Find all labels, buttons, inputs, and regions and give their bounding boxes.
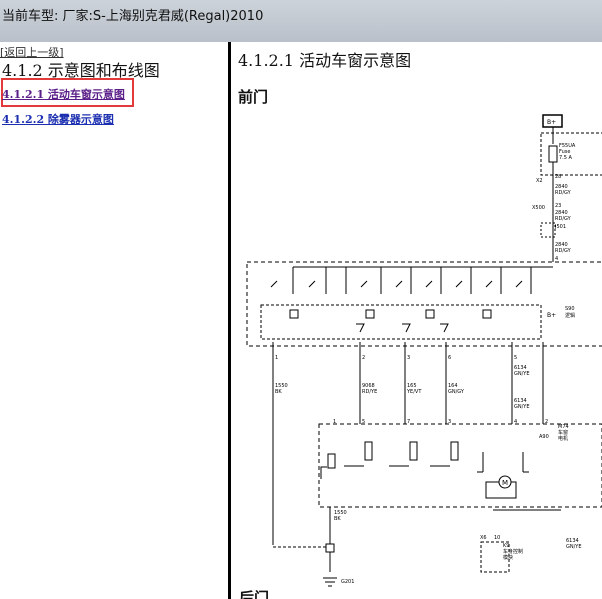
wire-rdgy-a: RD/GY (555, 190, 572, 196)
rear-door-heading: 后门 (239, 589, 270, 599)
toc-link-power-window[interactable]: 4.1.2.1 活动车窗示意图 (2, 86, 125, 102)
module-pin-2: 2 (545, 419, 548, 425)
pin-4: 4 (555, 256, 558, 262)
motor-letter: M (502, 479, 508, 487)
fuse-symbol (548, 145, 558, 163)
bplus-top-label: B+ (547, 119, 556, 126)
motor-veh: 车窗 (558, 429, 568, 436)
pin-6: 6 (448, 355, 451, 361)
wiring-diagram: B+ F55UA Fuse 7.5 A X2 28 2840 RD/GY X50… (246, 114, 602, 587)
bcm-name-b: 模块 (503, 554, 513, 561)
header-bar: 当前车型: 厂家:S-上海别克君威(Regal)2010 (0, 0, 602, 43)
pin-1: 1 (275, 355, 278, 361)
content-panel: 4.1.2.1 活动车窗示意图 前门 B+ F55UA Fuse 7.5 A X… (231, 42, 602, 599)
module-pin-4: 4 (514, 419, 517, 425)
x500-pin: 23 (555, 203, 561, 209)
switch-contacts (270, 267, 532, 294)
switch-bplus-label: B+ (547, 312, 556, 319)
x500-label: X500 (532, 205, 545, 211)
ground-wire (273, 507, 331, 572)
x2-pin: 28 (555, 174, 561, 180)
module-pin-5: 5 (362, 419, 365, 425)
module-pin-7: 7 (407, 419, 410, 425)
motor-ctl: 电机 (558, 435, 568, 442)
wire-rdye: RD/YE (362, 389, 377, 395)
motor-a90: A90 (539, 434, 549, 440)
wire-bk: BK (275, 389, 282, 395)
wire-gngy: GN/GY (448, 389, 465, 395)
switch-logic-label: 逻辑 (565, 312, 575, 319)
bcm-name-a: 车身控制 (503, 548, 523, 555)
wire-yevt: YE/VT (406, 389, 422, 395)
wire-gnye-c: GN/YE (566, 544, 582, 550)
wire-gnye-a: GN/YE (514, 371, 530, 377)
toc-link-defogger[interactable]: 4.1.2.2 除雾器示意图 (2, 111, 114, 127)
wire-bk-b: BK (334, 516, 341, 522)
current-car-model: 当前车型: 厂家:S-上海别克君威(Regal)2010 (2, 9, 264, 24)
motor-driver-symbols (320, 441, 529, 499)
wire-gnye-b: GN/YE (514, 404, 530, 410)
pin-5: 5 (514, 355, 517, 361)
wire-rdgy-b: RD/GY (555, 216, 572, 222)
x6-pin: 10 (494, 535, 500, 541)
fuse-amp: 7.5 A (559, 155, 573, 161)
window-switch-assembly (246, 261, 602, 347)
switch-icons (260, 304, 542, 340)
j501-label: J501 (554, 224, 566, 230)
pin-3: 3 (407, 355, 410, 361)
switch-module-id: S90 (565, 306, 575, 312)
toc-panel: [返回上一级] 4.1.2 示意图和布线图 4.1.2.1 活动车窗示意图 4.… (0, 42, 228, 599)
fuse-block-outline (540, 132, 602, 176)
ground-id: G201 (341, 579, 354, 585)
module-pin-3: 3 (448, 419, 451, 425)
x6-label: X6 (480, 535, 487, 541)
harness-wires (272, 342, 544, 545)
splice-connector (325, 543, 335, 553)
pin-2: 2 (362, 355, 365, 361)
module-pin-1: 1 (333, 419, 336, 425)
ground-symbol (323, 577, 337, 587)
wire-rdgy-c: RD/GY (555, 248, 572, 254)
x2-label: X2 (536, 178, 543, 184)
